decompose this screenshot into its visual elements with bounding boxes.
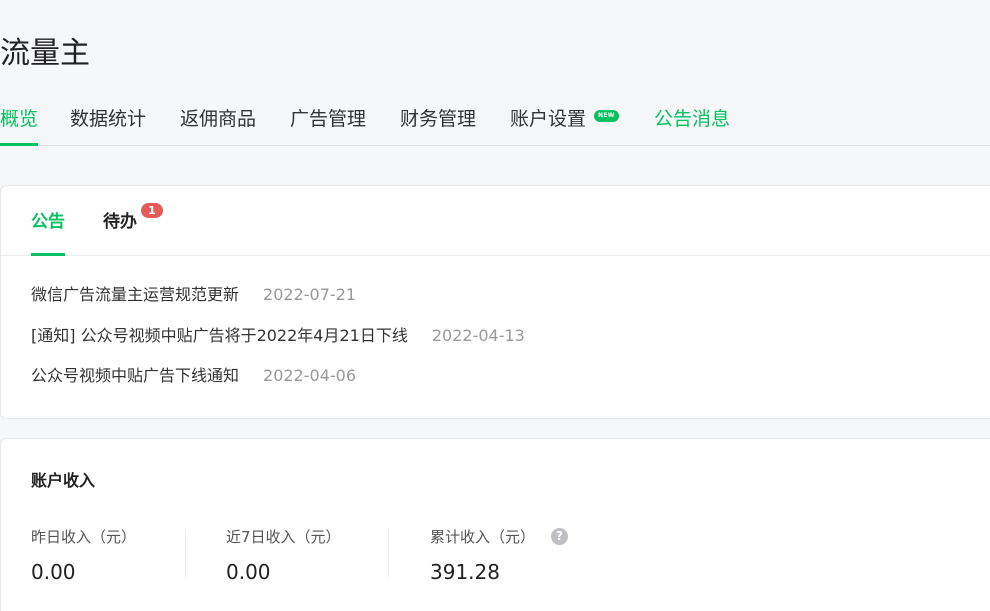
stat-value: 0.00 — [226, 560, 271, 584]
notice-title: 公众号视频中贴广告下线通知 — [31, 366, 240, 385]
notice-item[interactable]: [通知] 公众号视频中贴广告将于2022年4月21日下线 2022-04-13 — [31, 324, 525, 348]
stat-yesterday-income: 昨日收入（元） 0.00 — [31, 525, 136, 587]
nav-tab-label: 概览 — [0, 108, 39, 130]
stat-value: 391.28 — [430, 560, 500, 584]
nav-tab-label: 返佣商品 — [180, 108, 257, 130]
nav-tab-label: 财务管理 — [400, 108, 477, 130]
nav-tab-overview[interactable]: 概览 — [0, 95, 39, 146]
nav-tab-announcements[interactable]: 公告消息 — [654, 95, 730, 145]
stat-label-row: 累计收入（元）? — [430, 525, 569, 549]
stat-label: 近7日收入（元） — [226, 528, 341, 546]
tab-label: 待办 — [103, 212, 137, 232]
income-card: 账户收入 昨日收入（元） 0.00 近7日收入（元） 0.00 累计收入（元）?… — [0, 438, 990, 611]
nav-tab-label: 数据统计 — [70, 108, 147, 130]
nav-tab-account-settings[interactable]: 账户设置 NEW — [510, 95, 619, 145]
notice-date: 2022-04-13 — [431, 326, 525, 345]
new-badge: NEW — [594, 109, 619, 122]
stat-7day-income: 近7日收入（元） 0.00 — [226, 525, 341, 587]
stat-label: 昨日收入（元） — [31, 528, 137, 546]
notice-date: 2022-04-06 — [263, 366, 356, 385]
nav-tab-data-statistics[interactable]: 数据统计 — [70, 95, 146, 145]
todo-count-badge: 1 — [141, 203, 163, 218]
income-section-title: 账户收入 — [31, 471, 96, 490]
tab-announcement[interactable]: 公告 — [31, 186, 65, 256]
notice-title: [通知] 公众号视频中贴广告将于2022年4月21日下线 — [31, 326, 408, 345]
main-nav: 概览 数据统计 返佣商品 广告管理 财务管理 账户设置 NEW 公告消息 — [0, 95, 990, 146]
help-icon[interactable]: ? — [551, 527, 569, 545]
notice-tabs: 公告 待办 1 — [1, 186, 990, 256]
stat-divider — [185, 529, 186, 577]
notice-item[interactable]: 微信广告流量主运营规范更新 2022-07-21 — [31, 283, 356, 307]
tab-todo[interactable]: 待办 1 — [103, 186, 163, 255]
notice-item[interactable]: 公众号视频中贴广告下线通知 2022-04-06 — [31, 364, 356, 388]
nav-tab-rebate-products[interactable]: 返佣商品 — [180, 95, 256, 145]
notice-card: 公告 待办 1 微信广告流量主运营规范更新 2022-07-21 [通知] 公众号… — [0, 185, 990, 419]
stat-value: 0.00 — [31, 560, 76, 584]
page: 流量主 概览 数据统计 返佣商品 广告管理 财务管理 账户设置 NEW 公告消息 … — [0, 0, 990, 611]
nav-tab-finance[interactable]: 财务管理 — [400, 95, 476, 145]
page-title: 流量主 — [0, 36, 90, 71]
nav-tab-ad-management[interactable]: 广告管理 — [290, 95, 366, 145]
notice-date: 2022-07-21 — [263, 285, 356, 304]
nav-tab-label: 广告管理 — [290, 108, 367, 130]
nav-tab-label: 账户设置 — [510, 108, 587, 130]
tab-label: 公告 — [31, 212, 65, 232]
stat-label: 累计收入（元） — [430, 528, 536, 546]
stat-total-income: 累计收入（元）? 391.28 — [430, 525, 569, 587]
stat-divider — [388, 529, 389, 577]
nav-tab-label: 公告消息 — [654, 108, 731, 130]
notice-title: 微信广告流量主运营规范更新 — [31, 285, 240, 304]
